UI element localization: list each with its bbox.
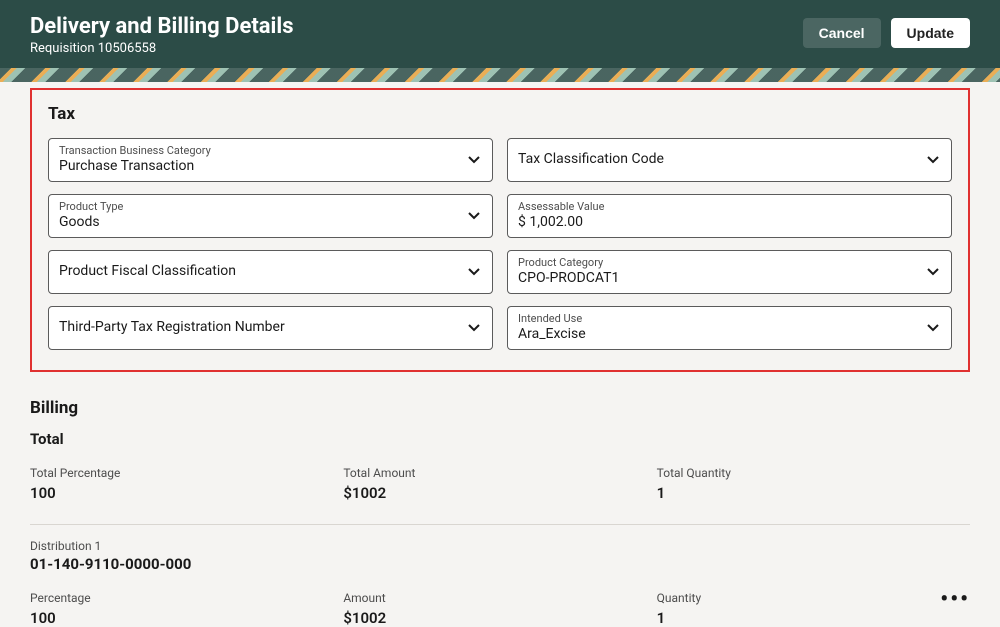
billing-totals-row: Total Percentage 100 Total Amount $1002 … [30, 466, 970, 502]
divider [30, 524, 970, 525]
billing-title: Billing [30, 398, 970, 418]
chevron-down-icon [927, 154, 939, 166]
dist-quantity-label: Quantity [657, 591, 970, 605]
transaction-business-category-select[interactable]: Transaction Business Category Purchase T… [48, 138, 493, 182]
tax-classification-code-select[interactable]: Tax Classification Code [507, 138, 952, 182]
header-decoration [0, 68, 1000, 82]
field-label: Intended Use [518, 313, 915, 325]
field-value: CPO-PRODCAT1 [518, 270, 915, 287]
billing-total-title: Total [30, 430, 970, 448]
total-quantity-label: Total Quantity [657, 466, 970, 480]
total-amount-value: $1002 [343, 484, 656, 502]
field-label: Tax Classification Code [518, 152, 915, 167]
more-actions-button[interactable]: ••• [940, 587, 970, 612]
dist-amount-label: Amount [343, 591, 656, 605]
page-subtitle: Requisition 10506558 [30, 41, 294, 56]
total-quantity-value: 1 [657, 484, 970, 502]
field-value: Ara_Excise [518, 326, 915, 343]
total-amount-label: Total Amount [343, 466, 656, 480]
chevron-down-icon [468, 322, 480, 334]
chevron-down-icon [927, 322, 939, 334]
field-label: Product Category [518, 257, 915, 269]
field-label: Product Fiscal Classification [59, 264, 456, 279]
field-value: Goods [59, 214, 456, 231]
dist-quantity-value: 1 [657, 609, 970, 627]
distribution-code: 01-140-9110-0000-000 [30, 555, 970, 573]
page-header: Delivery and Billing Details Requisition… [0, 0, 1000, 68]
chevron-down-icon [468, 210, 480, 222]
product-fiscal-classification-select[interactable]: Product Fiscal Classification [48, 250, 493, 294]
dist-percentage-label: Percentage [30, 591, 343, 605]
chevron-down-icon [468, 154, 480, 166]
page-title: Delivery and Billing Details [30, 14, 294, 39]
field-value: $ 1,002.00 [518, 214, 915, 231]
tax-section-title: Tax [48, 104, 952, 124]
distribution-label: Distribution 1 [30, 539, 970, 553]
field-value: Purchase Transaction [59, 158, 456, 175]
product-category-select[interactable]: Product Category CPO-PRODCAT1 [507, 250, 952, 294]
cancel-button[interactable]: Cancel [803, 18, 881, 48]
total-percentage-value: 100 [30, 484, 343, 502]
field-label: Assessable Value [518, 201, 915, 213]
chevron-down-icon [468, 266, 480, 278]
field-label: Third-Party Tax Registration Number [59, 320, 456, 335]
update-button[interactable]: Update [891, 18, 970, 48]
assessable-value-input[interactable]: Assessable Value $ 1,002.00 [507, 194, 952, 238]
dist-amount-value: $1002 [343, 609, 656, 627]
total-percentage-label: Total Percentage [30, 466, 343, 480]
product-type-select[interactable]: Product Type Goods [48, 194, 493, 238]
field-label: Product Type [59, 201, 456, 213]
third-party-tax-reg-select[interactable]: Third-Party Tax Registration Number [48, 306, 493, 350]
billing-section: Billing Total Total Percentage 100 Total… [30, 398, 970, 627]
intended-use-select[interactable]: Intended Use Ara_Excise [507, 306, 952, 350]
dist-percentage-value: 100 [30, 609, 343, 627]
field-label: Transaction Business Category [59, 145, 456, 157]
chevron-down-icon [927, 266, 939, 278]
distribution-row: Percentage 100 Amount $1002 Quantity 1 •… [30, 591, 970, 627]
tax-section: Tax Transaction Business Category Purcha… [30, 88, 970, 372]
